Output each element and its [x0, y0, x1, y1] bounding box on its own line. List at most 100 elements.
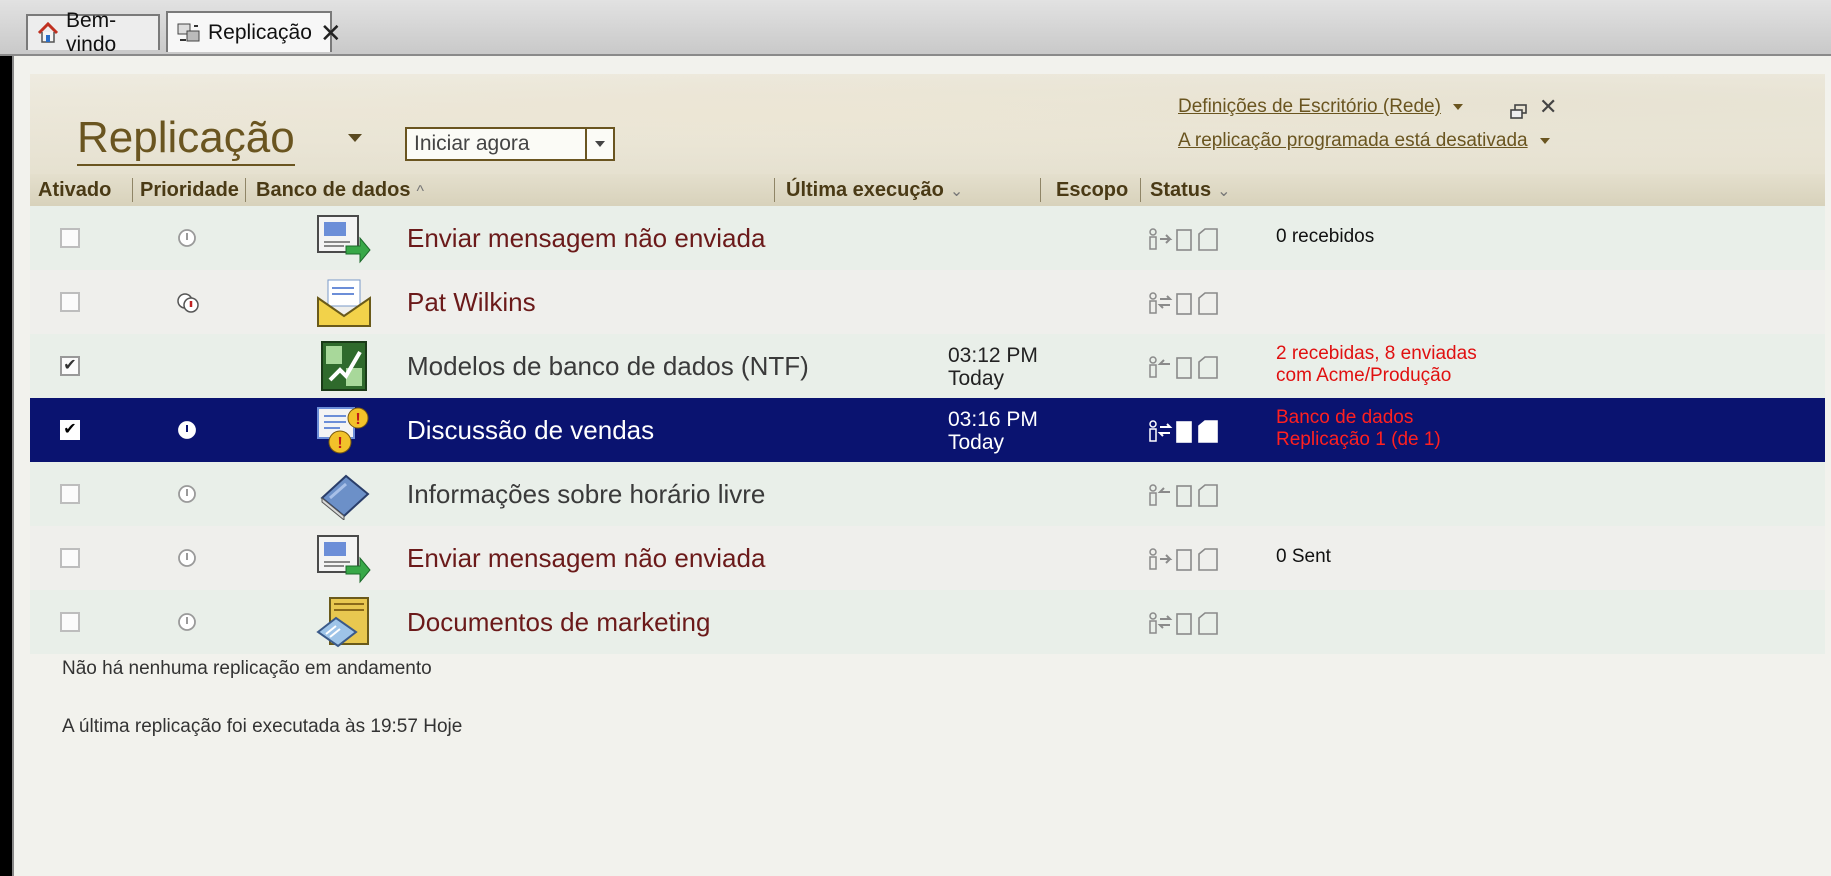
book-icon [316, 468, 372, 522]
col-divider [245, 178, 246, 202]
mail-envelope-icon [316, 276, 372, 328]
progress-status-text: Não há nenhuma replicação em andamento [62, 658, 432, 679]
outbox-icon [316, 532, 372, 584]
replication-row[interactable]: Enviar mensagem não enviada 0 recebidos [30, 206, 1825, 270]
replication-row[interactable]: ✔!! Discussão de vendas 03:16 PM Today Banco… [30, 398, 1825, 462]
scope-send-icon[interactable] [1147, 226, 1227, 252]
status-line-2: com Acme/Produção [1276, 365, 1452, 386]
last-replication-text: A última replicação foi executada às 19:… [62, 716, 463, 737]
col-database-label: Banco de dados [256, 179, 411, 201]
database-name[interactable]: Discussão de vendas [407, 398, 654, 462]
replication-header: Replicação Iniciar agora Definições de E… [30, 74, 1825, 174]
col-status[interactable]: Status ⌄ [1150, 174, 1231, 206]
tab-strip: Bem-vindo Replicação ✕ [0, 0, 1831, 56]
status-line-2: Replicação 1 (de 1) [1276, 429, 1441, 450]
scope-receive-icon[interactable] [1147, 354, 1227, 380]
tab-welcome[interactable]: Bem-vindo [26, 9, 160, 56]
folder-doc-icon [316, 596, 372, 648]
replication-panel: Replicação Iniciar agora Definições de E… [12, 56, 1831, 876]
sort-down-icon: ⌄ [1217, 183, 1231, 200]
col-priority[interactable]: Prioridade [140, 174, 239, 206]
col-status-label: Status [1150, 179, 1212, 201]
last-run-day: Today [948, 367, 1005, 390]
scope-send-icon[interactable] [1147, 546, 1227, 572]
priority-medium-icon[interactable] [176, 611, 198, 633]
enabled-checkbox[interactable] [60, 548, 80, 568]
last-run-time: 03:12 PM Today [948, 344, 1038, 390]
priority-medium-icon[interactable] [176, 547, 198, 569]
schedule-link-label: A replicação programada está desativada [1178, 130, 1528, 151]
col-last-run[interactable]: Última execução ⌄ [786, 174, 963, 206]
svg-text:!: ! [355, 411, 360, 428]
start-now-label: Iniciar agora [414, 132, 530, 155]
col-divider [774, 178, 775, 202]
outbox-icon [316, 212, 372, 264]
chevron-down-icon [1539, 137, 1550, 144]
database-name[interactable]: Enviar mensagem não enviada [407, 526, 765, 590]
schedule-link[interactable]: A replicação programada está desativada [1178, 130, 1550, 152]
status-text: 0 Sent [1276, 546, 1331, 568]
tab-replication[interactable]: Replicação ✕ [166, 11, 342, 52]
scope-both-icon[interactable] [1147, 418, 1227, 444]
title-dropdown-icon[interactable] [348, 134, 362, 142]
col-divider [132, 178, 133, 202]
status-line-1: 0 Sent [1276, 546, 1331, 567]
enabled-checkbox[interactable] [60, 612, 80, 632]
database-name[interactable]: Documentos de marketing [407, 590, 710, 654]
replication-row[interactable]: Informações sobre horário livre [30, 462, 1825, 526]
location-link[interactable]: Definições de Escritório (Rede) [1178, 96, 1463, 118]
template-icon [316, 340, 372, 392]
scope-both-icon[interactable] [1147, 290, 1227, 316]
start-now-dropdown[interactable] [585, 129, 613, 159]
col-database[interactable]: Banco de dados ^ [256, 174, 424, 206]
location-link-label: Definições de Escritório (Rede) [1178, 96, 1441, 117]
close-tab-icon[interactable]: ✕ [320, 20, 342, 46]
sort-down-icon: ⌄ [949, 183, 964, 200]
database-name[interactable]: Pat Wilkins [407, 270, 536, 334]
priority-medium-icon[interactable] [176, 419, 198, 441]
status-text: 0 recebidos [1276, 226, 1374, 248]
priority-medium-icon[interactable] [176, 483, 198, 505]
tab-welcome-label: Bem-vindo [66, 9, 117, 56]
restore-window-icon[interactable] [1510, 100, 1528, 126]
close-panel-icon[interactable]: ✕ [1539, 94, 1557, 120]
status-text: 2 recebidas, 8 enviadas com Acme/Produção [1276, 343, 1477, 387]
enabled-checkbox[interactable] [60, 484, 80, 504]
last-run-time: 03:16 PM Today [948, 408, 1038, 454]
enabled-checkbox[interactable] [60, 228, 80, 248]
enabled-checkbox[interactable] [60, 292, 80, 312]
priority-high-icon[interactable] [176, 291, 199, 313]
discussion-icon: !! [316, 404, 372, 456]
replication-icon [176, 20, 202, 46]
replication-row[interactable]: Documentos de marketing [30, 590, 1825, 654]
col-last-run-label: Última execução [786, 179, 944, 201]
page-title[interactable]: Replicação [77, 114, 295, 166]
priority-none-icon[interactable] [176, 355, 198, 377]
scope-both-icon[interactable] [1147, 610, 1227, 636]
replication-row[interactable]: Enviar mensagem não enviada 0 Sent [30, 526, 1825, 590]
chevron-down-icon [1452, 103, 1463, 110]
col-divider [1040, 178, 1041, 202]
column-header-row: Ativado Prioridade Banco de dados ^ Últim… [30, 174, 1825, 208]
replication-row[interactable]: ✔ Modelos de banco de dados (NTF) 03:12 PM… [30, 334, 1825, 398]
status-line-1: 2 recebidas, 8 enviadas [1276, 343, 1477, 364]
last-run-day: Today [948, 431, 1005, 454]
svg-text:!: ! [337, 435, 342, 452]
start-now-button[interactable]: Iniciar agora [405, 127, 615, 161]
status-line-1: 0 recebidos [1276, 226, 1375, 247]
scope-receive-icon[interactable] [1147, 482, 1227, 508]
database-name[interactable]: Enviar mensagem não enviada [407, 206, 765, 270]
last-run-clock: 03:16 PM [948, 408, 1038, 431]
tab-replication-label: Replicação [208, 20, 312, 44]
database-name[interactable]: Modelos de banco de dados (NTF) [407, 334, 809, 398]
database-name[interactable]: Informações sobre horário livre [407, 462, 765, 526]
home-icon [36, 20, 60, 46]
col-enabled[interactable]: Ativado [38, 174, 111, 206]
priority-medium-icon[interactable] [176, 227, 198, 249]
col-scope[interactable]: Escopo [1056, 174, 1128, 206]
enabled-checkbox[interactable]: ✔ [60, 356, 80, 376]
col-divider [1140, 178, 1141, 202]
enabled-checkbox[interactable]: ✔ [60, 420, 80, 440]
replication-row[interactable]: Pat Wilkins [30, 270, 1825, 334]
status-text: Banco de dados Replicação 1 (de 1) [1276, 407, 1441, 451]
